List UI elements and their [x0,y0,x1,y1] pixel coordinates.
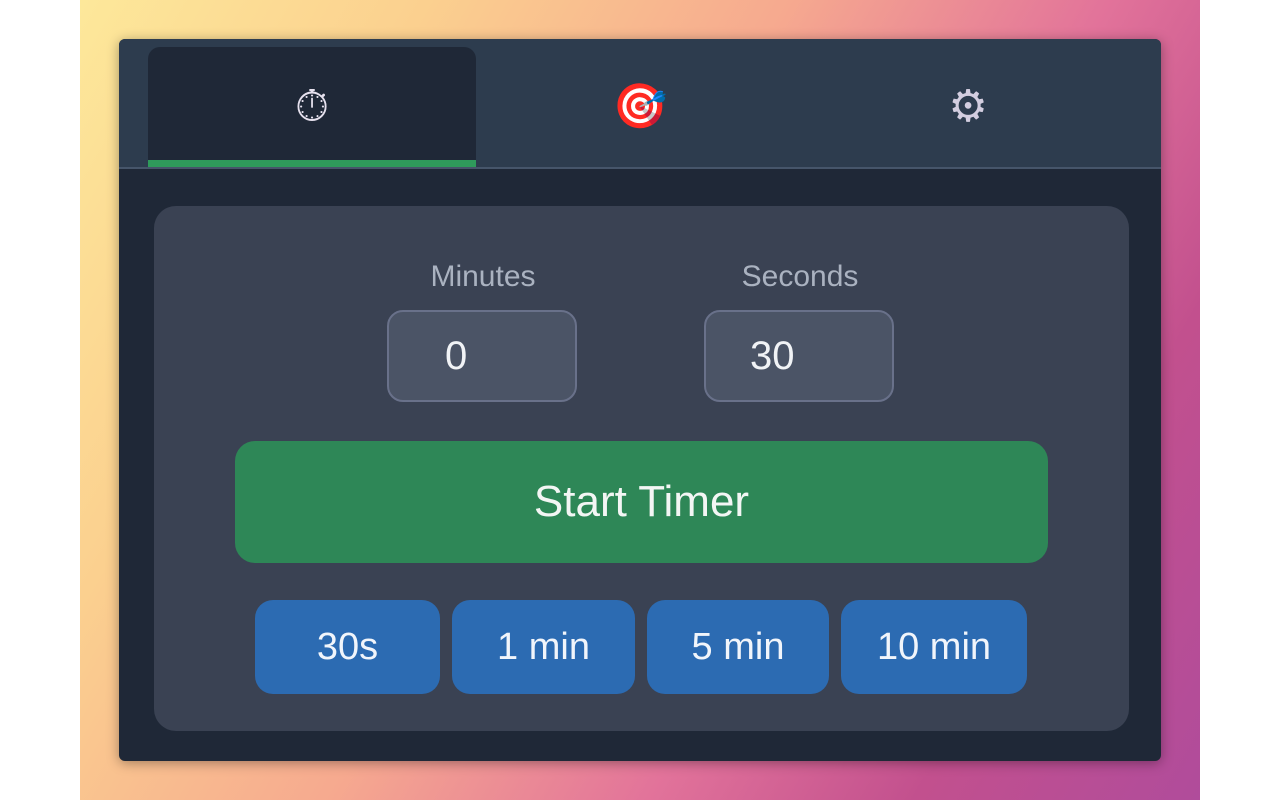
tab-timer[interactable]: ⏱ [148,47,476,167]
seconds-input[interactable] [704,310,894,402]
timer-popup: ⏱ 🎯 ⚙ Minutes Seconds Start Timer 30s 1 … [119,39,1161,761]
target-icon: 🎯 [612,81,668,132]
preset-1min-button[interactable]: 1 min [452,600,635,694]
stopwatch-icon: ⏱ [294,81,330,132]
preset-10min-button[interactable]: 10 min [841,600,1027,694]
minutes-input[interactable] [387,310,577,402]
seconds-label: Seconds [741,260,859,293]
tab-bar: ⏱ 🎯 ⚙ [119,39,1161,169]
preset-5min-button[interactable]: 5 min [647,600,829,694]
tab-settings[interactable]: ⚙ [804,47,1132,167]
minutes-label: Minutes [430,260,536,293]
timer-card: Minutes Seconds Start Timer 30s 1 min 5 … [154,206,1129,731]
tab-goals[interactable]: 🎯 [476,47,804,167]
gear-icon: ⚙ [948,81,988,132]
start-timer-button[interactable]: Start Timer [235,441,1048,563]
preset-30s-button[interactable]: 30s [255,600,440,694]
